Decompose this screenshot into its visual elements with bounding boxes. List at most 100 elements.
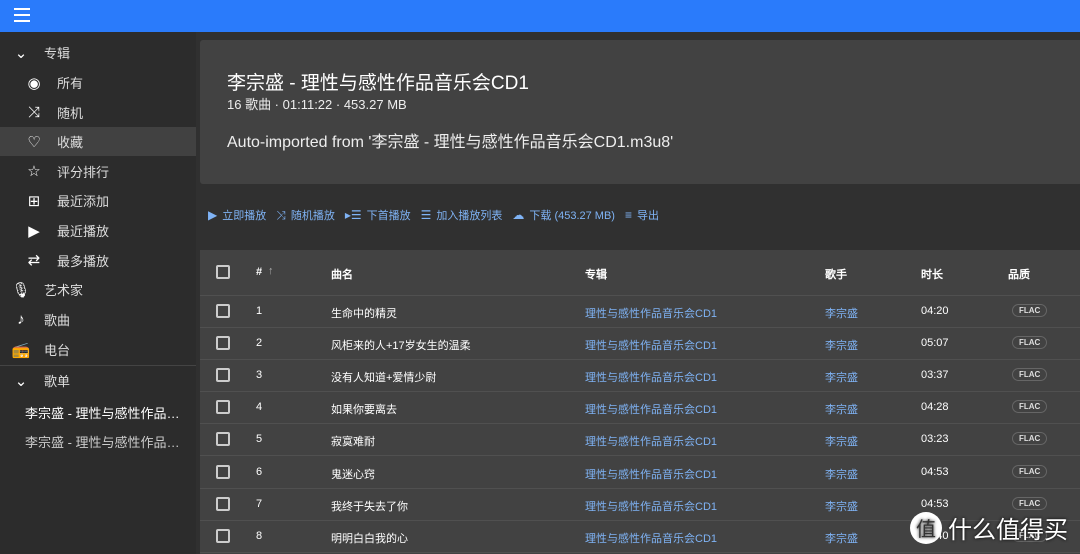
column-title[interactable]: 曲名: [331, 266, 353, 282]
sidebar-section-playlists[interactable]: ⌄ 歌单: [0, 366, 196, 395]
column-num[interactable]: #: [256, 266, 262, 278]
shuffle-icon: ⤨: [27, 103, 40, 121]
row-checkbox[interactable]: [216, 432, 230, 447]
action-button[interactable]: ☰ 加入播放列表: [421, 207, 503, 223]
table-row[interactable]: 6 鬼迷心窍 理性与感性作品音乐会CD1 李宗盛 04:53 FLAC: [200, 457, 1080, 489]
sidebar-section-albums[interactable]: ⌄ 专辑: [0, 38, 196, 67]
sidebar-item[interactable]: ◉ 所有: [0, 68, 196, 97]
action-button[interactable]: ☁ 下载 (453.27 MB): [512, 207, 615, 223]
playlist-add-icon: ☰: [420, 208, 432, 222]
album-link[interactable]: 理性与感性作品音乐会CD1: [585, 337, 717, 353]
album-link[interactable]: 理性与感性作品音乐会CD1: [585, 466, 717, 482]
sidebar-item[interactable]: ⊞ 最近添加: [0, 186, 196, 215]
action-button[interactable]: ⤨ 随机播放: [276, 207, 335, 223]
radio-icon: 📻: [11, 341, 31, 359]
table-row[interactable]: 1 生命中的精灵 理性与感性作品音乐会CD1 李宗盛 04:20 FLAC: [200, 296, 1080, 328]
column-album[interactable]: 专辑: [585, 266, 607, 282]
quality-badge: FLAC: [1012, 400, 1048, 414]
quality-badge: FLAC: [1012, 432, 1048, 446]
column-quality[interactable]: 品质: [1008, 266, 1030, 282]
action-button[interactable]: ▶ 立即播放: [208, 207, 266, 223]
playlist-meta: 16 歌曲 · 01:11:22 · 453.27 MB: [227, 97, 407, 112]
track-duration: 04:20: [921, 305, 949, 317]
table-row[interactable]: 5 寂寞难耐 理性与感性作品音乐会CD1 李宗盛 03:23 FLAC: [200, 424, 1080, 457]
sidebar-item[interactable]: ☆ 评分排行: [0, 157, 196, 186]
sidebar-item[interactable]: ♡ 收藏: [0, 127, 196, 157]
play-next-icon: ▸☰: [344, 208, 362, 222]
track-title: 如果你要离去: [331, 404, 397, 417]
action-button[interactable]: ▸☰ 下首播放: [345, 207, 411, 223]
action-toolbar: ▶ 立即播放 ⤨ 随机播放 ▸☰ 下首播放 ☰ 加入播放列表 ☁ 下载 (453.27 MB) ≡ 导…: [208, 207, 659, 223]
playlist-header: 李宗盛 - 理性与感性作品音乐会CD1 16 歌曲 · 01:11:22 · 4…: [200, 40, 1080, 184]
track-duration: 03:23: [921, 433, 949, 446]
quality-badge: FLAC: [1012, 368, 1048, 382]
action-button[interactable]: ≡ 导出: [625, 207, 659, 223]
sidebar: ⌄专辑 🎙艺术家 ♪歌曲 📻电台 ⌄歌单 李宗盛 - 理性与感性作品音乐会CD1…: [0, 32, 196, 554]
track-number: 1: [256, 305, 263, 317]
track-duration: 05:07: [921, 337, 949, 350]
sidebar-playlist-item[interactable]: 李宗盛 - 理性与感性作品音乐会CD1: [25, 403, 185, 422]
track-duration: 03:37: [921, 369, 949, 382]
table-row[interactable]: 4 如果你要离去 理性与感性作品音乐会CD1 李宗盛 04:28 FLAC: [200, 392, 1080, 425]
sidebar-item[interactable]: ⤨ 随机: [0, 98, 196, 127]
track-title: 鬼迷心窍: [331, 468, 375, 481]
music-note-icon: ♪: [17, 311, 25, 328]
row-checkbox[interactable]: [216, 304, 230, 318]
album-link[interactable]: 理性与感性作品音乐会CD1: [585, 530, 717, 546]
select-all-checkbox[interactable]: [216, 265, 230, 279]
artist-link[interactable]: 李宗盛: [825, 498, 858, 514]
track-number: 4: [256, 401, 263, 414]
repeat-icon: ⇄: [27, 252, 41, 270]
track-number: 7: [256, 497, 263, 510]
album-link[interactable]: 理性与感性作品音乐会CD1: [585, 369, 717, 385]
sidebar-item-radio[interactable]: 📻 电台: [0, 335, 196, 364]
row-checkbox[interactable]: [216, 528, 230, 543]
row-checkbox[interactable]: [216, 368, 230, 383]
track-title: 风柜来的人+17岁女生的温柔: [331, 340, 471, 353]
track-number: 6: [256, 465, 263, 478]
sidebar-item-songs[interactable]: ♪ 歌曲: [0, 305, 196, 334]
row-checkbox[interactable]: [216, 400, 230, 415]
row-checkbox[interactable]: [216, 496, 230, 511]
album-link[interactable]: 理性与感性作品音乐会CD1: [585, 401, 717, 417]
column-artist[interactable]: 歌手: [825, 266, 847, 282]
row-checkbox[interactable]: [216, 336, 230, 351]
track-duration: 04:53: [921, 465, 949, 478]
table-row[interactable]: 2 风柜来的人+17岁女生的温柔 理性与感性作品音乐会CD1 李宗盛 05:07…: [200, 328, 1080, 361]
artist-link[interactable]: 李宗盛: [825, 401, 858, 417]
column-duration[interactable]: 时长: [921, 266, 943, 282]
track-number: 5: [256, 433, 263, 446]
sidebar-item[interactable]: ▶ 最近播放: [0, 216, 196, 245]
sidebar-item[interactable]: ⇄ 最多播放: [0, 246, 196, 275]
artist-link[interactable]: 李宗盛: [825, 305, 858, 321]
row-checkbox[interactable]: [216, 464, 230, 479]
track-title: 没有人知道+爱情少尉: [331, 372, 437, 385]
sidebar-playlist-item[interactable]: 李宗盛 - 理性与感性作品音乐会CD2: [25, 432, 185, 451]
play-icon: ▶: [208, 208, 218, 222]
song-table: # ↑ 曲名 专辑 歌手 时长 品质 1 生命中的精灵 理性与感性作品音乐会CD…: [200, 250, 1080, 554]
artist-link[interactable]: 李宗盛: [825, 369, 858, 385]
album-link[interactable]: 理性与感性作品音乐会CD1: [585, 433, 717, 449]
page-title: 李宗盛 - 理性与感性作品音乐会CD1: [227, 73, 529, 94]
cloud-download-icon: ☁: [512, 208, 525, 222]
quality-badge: FLAC: [1012, 304, 1048, 317]
album-link[interactable]: 理性与感性作品音乐会CD1: [585, 498, 717, 514]
quality-badge: FLAC: [1012, 336, 1048, 350]
microphone-icon: 🎙: [11, 281, 31, 299]
artist-link[interactable]: 李宗盛: [825, 337, 858, 353]
top-app-bar: [0, 0, 1080, 32]
playlist-comment: Auto-imported from '李宗盛 - 理性与感性作品音乐会CD1.…: [227, 134, 674, 151]
artist-link[interactable]: 李宗盛: [825, 433, 858, 449]
artist-link[interactable]: 李宗盛: [825, 530, 858, 546]
sort-arrow-up-icon[interactable]: ↑: [268, 265, 274, 277]
sidebar-item-artists[interactable]: 🎙 艺术家: [0, 275, 196, 304]
table-header: # ↑ 曲名 专辑 歌手 时长 品质: [200, 250, 1080, 296]
shuffle-icon: ⤨: [276, 207, 286, 222]
watermark-text: 什么值得买: [948, 517, 1068, 544]
track-number: 3: [256, 369, 263, 382]
menu-icon[interactable]: [14, 8, 30, 22]
album-link[interactable]: 理性与感性作品音乐会CD1: [585, 305, 717, 321]
table-row[interactable]: 3 没有人知道+爱情少尉 理性与感性作品音乐会CD1 李宗盛 03:37 FLA…: [200, 360, 1080, 393]
chevron-down-icon: ⌄: [14, 44, 28, 62]
artist-link[interactable]: 李宗盛: [825, 466, 858, 482]
